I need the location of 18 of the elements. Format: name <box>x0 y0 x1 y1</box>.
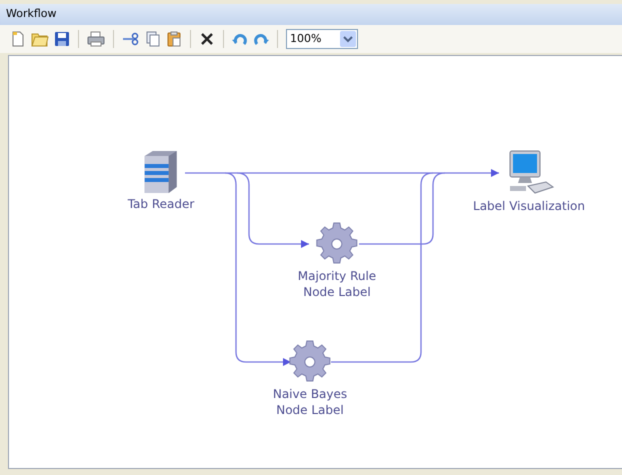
panel-title: Workflow <box>6 6 57 22</box>
node-label: Majority Rule Node Label <box>298 268 376 300</box>
node-label: Naive Bayes Node Label <box>272 386 348 418</box>
save-icon[interactable] <box>54 31 70 47</box>
redo-icon[interactable] <box>253 31 269 47</box>
zoom-dropdown[interactable]: 100% <box>286 29 358 49</box>
cut-icon[interactable] <box>122 31 140 47</box>
node-label: Tab Reader <box>128 196 194 212</box>
print-icon[interactable] <box>87 31 105 47</box>
copy-icon[interactable] <box>145 31 161 47</box>
node-label: Label Visualization <box>473 198 585 214</box>
delete-icon[interactable] <box>199 31 215 47</box>
paste-icon[interactable] <box>166 31 182 47</box>
undo-icon[interactable] <box>232 31 248 47</box>
new-file-icon[interactable] <box>10 31 26 47</box>
folder-icon[interactable] <box>31 31 49 47</box>
gear-icon[interactable] <box>288 340 332 384</box>
gear-icon[interactable] <box>315 222 359 266</box>
